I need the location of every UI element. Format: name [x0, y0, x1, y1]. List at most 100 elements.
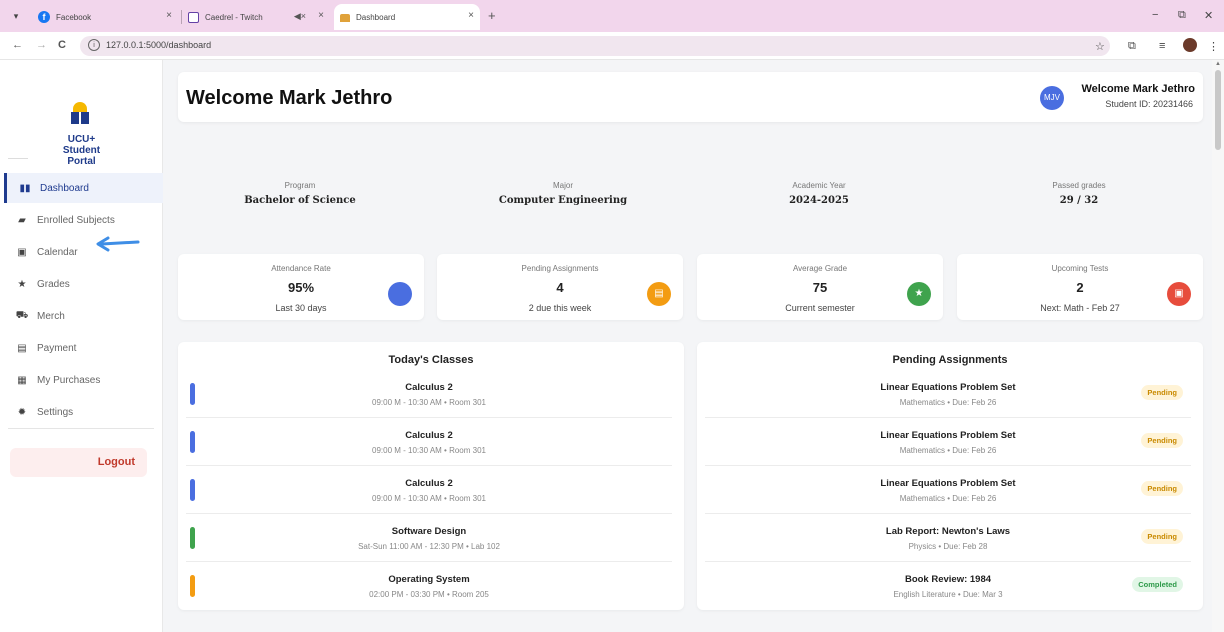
sidebar-item-merch[interactable]: ⛟ Merch	[4, 301, 163, 331]
browser-toolbar: ← → C i 127.0.0.1:5000/dashboard ☆ ⧉ ≡ ⋮	[0, 32, 1224, 60]
class-row[interactable]: Calculus 2 09:00 M - 10:30 AM • Room 301	[186, 370, 672, 418]
site-info-icon[interactable]: i	[88, 39, 100, 51]
sidebar-item-label: Merch	[37, 310, 65, 322]
class-row[interactable]: Operating System 02:00 PM - 03:30 PM • R…	[186, 562, 672, 610]
gear-icon: ✹	[17, 406, 27, 418]
status-badge: Pending	[1141, 385, 1183, 400]
assignment-title: Book Review: 1984	[904, 574, 992, 585]
scroll-up-icon[interactable]: ▲	[1215, 61, 1221, 67]
info-value: Computer Engineering	[498, 195, 628, 206]
assignment-row[interactable]: Lab Report: Newton's Laws Physics • Due:…	[705, 514, 1191, 562]
reload-button[interactable]: C	[58, 39, 66, 51]
divider	[8, 428, 154, 429]
stat-label: Average Grade	[792, 264, 848, 273]
maximize-button[interactable]: ⧉	[1178, 9, 1186, 22]
stat-label: Attendance Rate	[271, 264, 331, 273]
page-title: Welcome Mark Jethro	[186, 87, 393, 109]
stat-card-average-grade: Average Grade 75 Current semester ★	[697, 254, 943, 320]
tab-search-icon[interactable]: ▾	[8, 8, 24, 24]
tab-close-icon[interactable]: ×	[468, 10, 474, 21]
class-row[interactable]: Software Design Sat-Sun 11:00 AM - 12:30…	[186, 514, 672, 562]
class-schedule: 09:00 M - 10:30 AM • Room 301	[372, 494, 486, 503]
page-scrollbar[interactable]: ▲	[1212, 60, 1224, 632]
assignment-row[interactable]: Book Review: 1984 English Literature • D…	[705, 562, 1191, 610]
page-header: Welcome Mark Jethro MJV Welcome Mark Jet…	[178, 72, 1203, 122]
assignment-row[interactable]: Linear Equations Problem Set Mathematics…	[705, 418, 1191, 466]
assignment-row[interactable]: Linear Equations Problem Set Mathematics…	[705, 466, 1191, 514]
info-academic-year: Academic Year 2024-2025	[699, 181, 939, 206]
bookmark-star-icon[interactable]: ☆	[1095, 40, 1105, 53]
arrow-pointer-icon	[96, 236, 140, 252]
twitch-icon	[188, 11, 199, 23]
assignment-due: English Literature • Due: Mar 3	[893, 590, 1003, 599]
assignment-due: Mathematics • Due: Feb 26	[899, 446, 997, 455]
info-value: 29 / 32	[1059, 195, 1099, 206]
class-schedule: 02:00 PM - 03:30 PM • Room 205	[369, 590, 489, 599]
divider	[8, 158, 28, 159]
sidebar-item-my-purchases[interactable]: ▦ My Purchases	[4, 365, 163, 395]
tab-title: Dashboard	[356, 12, 396, 22]
assignment-row[interactable]: Linear Equations Problem Set Mathematics…	[705, 370, 1191, 418]
reading-list-icon[interactable]: ≡	[1159, 40, 1165, 52]
assignment-due: Physics • Due: Feb 28	[908, 542, 988, 551]
sidebar-item-label: Settings	[37, 406, 74, 418]
sidebar-item-payment[interactable]: ▤ Payment	[4, 333, 163, 363]
class-schedule: 09:00 M - 10:30 AM • Room 301	[372, 446, 486, 455]
tab-twitch[interactable]: Caedrel - Twitch ◀× ×	[188, 4, 330, 30]
logout-button[interactable]: Logout	[10, 448, 147, 477]
minimize-button[interactable]: −	[1152, 9, 1158, 21]
dashboard-icon: ▮▮	[19, 182, 31, 194]
sidebar-item-grades[interactable]: ★ Grades	[4, 269, 163, 299]
close-window-button[interactable]: ✕	[1204, 9, 1213, 22]
new-tab-button[interactable]: +	[488, 8, 496, 23]
sidebar-item-settings[interactable]: ✹ Settings	[4, 397, 163, 427]
sidebar-item-label: Grades	[37, 278, 70, 290]
book-icon: ▰	[18, 214, 26, 226]
star-icon: ★	[17, 278, 27, 290]
facebook-icon: f	[38, 11, 50, 23]
stat-subtext: Current semester	[785, 303, 855, 313]
tab-separator	[181, 10, 182, 24]
class-row[interactable]: Calculus 2 09:00 M - 10:30 AM • Room 301	[186, 418, 672, 466]
class-title: Operating System	[388, 574, 470, 585]
tab-close-icon[interactable]: ×	[318, 10, 324, 21]
sidebar: UCU+ Student Portal ▮▮ Dashboard ▰ Enrol…	[0, 60, 163, 632]
pending-assignments-card: Pending Assignments Linear Equations Pro…	[697, 342, 1203, 610]
class-row[interactable]: Calculus 2 09:00 M - 10:30 AM • Room 301	[186, 466, 672, 514]
info-label: Program	[284, 181, 316, 190]
assignment-title: Lab Report: Newton's Laws	[885, 526, 1011, 537]
sidebar-item-enrolled-subjects[interactable]: ▰ Enrolled Subjects	[4, 205, 163, 235]
profile-avatar[interactable]	[1183, 38, 1197, 52]
speaker-muted-icon[interactable]: ◀×	[294, 11, 306, 22]
tab-close-icon[interactable]: ×	[166, 10, 172, 21]
stat-card-attendance: Attendance Rate 95% Last 30 days	[178, 254, 424, 320]
assignment-title: Linear Equations Problem Set	[880, 382, 1016, 393]
class-schedule: 09:00 M - 10:30 AM • Room 301	[372, 398, 486, 407]
sidebar-item-label: Payment	[37, 342, 77, 354]
avatar[interactable]: MJV	[1040, 86, 1064, 110]
sidebar-item-dashboard[interactable]: ▮▮ Dashboard	[4, 173, 163, 203]
calendar-icon: ▣	[1167, 282, 1191, 306]
extensions-icon[interactable]: ⧉	[1128, 40, 1136, 53]
stat-subtext: 2 due this week	[528, 303, 592, 313]
brand-name: UCU+ Student Portal	[62, 134, 101, 167]
card-title: Today's Classes	[388, 354, 474, 366]
assignment-title: Linear Equations Problem Set	[880, 430, 1016, 441]
browser-menu-icon[interactable]: ⋮	[1208, 40, 1219, 53]
dashboard-favicon-icon	[340, 14, 350, 22]
address-bar[interactable]: i 127.0.0.1:5000/dashboard	[80, 36, 1110, 56]
todays-classes-card: Today's Classes Calculus 2 09:00 M - 10:…	[178, 342, 684, 610]
scrollbar-thumb[interactable]	[1215, 70, 1221, 150]
forward-button[interactable]: →	[36, 39, 47, 51]
class-title: Calculus 2	[405, 430, 453, 441]
attendance-icon	[388, 282, 412, 306]
tab-dashboard[interactable]: Dashboard ×	[334, 4, 480, 30]
info-value: Bachelor of Science	[244, 195, 356, 206]
stat-subtext: Next: Math - Feb 27	[1040, 303, 1120, 313]
stat-label: Pending Assignments	[521, 264, 599, 273]
status-badge: Pending	[1141, 529, 1183, 544]
assignment-title: Linear Equations Problem Set	[880, 478, 1016, 489]
tab-facebook[interactable]: f Facebook ×	[38, 4, 178, 30]
info-label: Academic Year	[792, 181, 846, 190]
back-button[interactable]: ←	[12, 39, 23, 51]
